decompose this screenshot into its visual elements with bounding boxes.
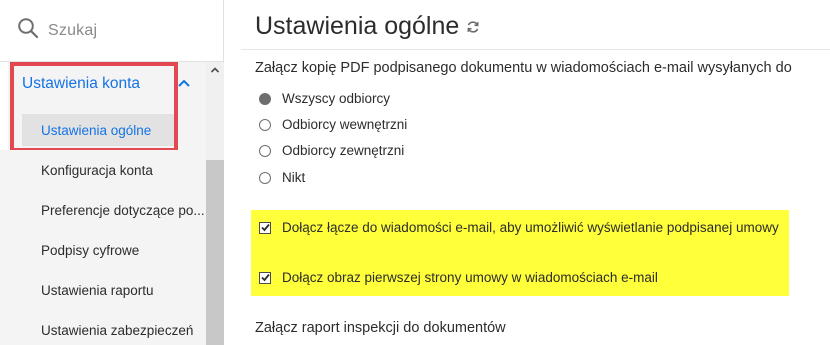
sidebar-item-security-settings[interactable]: Ustawienia zabezpieczeń [0, 310, 206, 345]
red-highlight-annotation [10, 62, 178, 152]
radio-label: Nikt [282, 170, 306, 185]
refresh-icon[interactable] [465, 19, 481, 35]
radio-label: Odbiorcy zewnętrzni [282, 143, 405, 158]
checkbox-include-link[interactable]: Dołącz łącze do wiadomości e-mail, aby u… [259, 220, 779, 235]
search-input[interactable]: Szukaj [48, 22, 97, 40]
sidebar-item-label: Podpisy cyfrowe [41, 242, 140, 258]
radio-unselected[interactable] [259, 171, 271, 184]
page-header: Ustawienia ogólne [255, 12, 481, 41]
checkbox-label: Dołącz łącze do wiadomości e-mail, aby u… [282, 220, 779, 235]
radio-label: Wszyscy odbiorcy [282, 91, 391, 106]
checkbox-checked[interactable] [259, 221, 271, 234]
scrollbar-thumb[interactable] [206, 160, 224, 345]
search-box[interactable]: Szukaj [0, 0, 224, 62]
radio-unselected[interactable] [259, 118, 271, 131]
sidebar: Szukaj Ustawienia konta Ustawienia ogóln… [0, 0, 224, 345]
radio-label: Odbiorcy wewnętrzni [282, 117, 408, 132]
sidebar-item-label: Konfiguracja konta [41, 162, 153, 178]
checkbox-label: Dołącz obraz pierwszej strony umowy w wi… [282, 270, 658, 285]
sidebar-item-preferences[interactable]: Preferencje dotyczące po... [0, 190, 206, 230]
main-content: Ustawienia ogólne Załącz kopię PDF podpi… [225, 0, 830, 345]
section-title-pdf-copy: Załącz kopię PDF podpisanego dokumentu w… [255, 60, 792, 76]
sidebar-item-digital-signatures[interactable]: Podpisy cyfrowe [0, 230, 206, 270]
title-divider [241, 49, 830, 50]
radio-option-external-recipients[interactable]: Odbiorcy zewnętrzni [259, 143, 404, 158]
sidebar-item-report-settings[interactable]: Ustawienia raportu [0, 270, 206, 310]
sidebar-item-label: Ustawienia raportu [41, 282, 154, 298]
scroll-up-arrow-icon[interactable] [206, 62, 224, 78]
radio-option-nobody[interactable]: Nikt [259, 170, 305, 185]
radio-option-internal-recipients[interactable]: Odbiorcy wewnętrzni [259, 117, 407, 132]
checkbox-include-first-page-image[interactable]: Dołącz obraz pierwszej strony umowy w wi… [259, 270, 658, 285]
search-icon [17, 17, 39, 44]
chevron-up-icon[interactable] [176, 76, 192, 90]
sidebar-item-label: Ustawienia zabezpieczeń [41, 322, 194, 338]
radio-unselected[interactable] [259, 144, 271, 157]
page-title: Ustawienia ogólne [255, 12, 460, 40]
sidebar-item-label: Preferencje dotyczące po... [41, 202, 205, 218]
radio-selected[interactable] [259, 92, 271, 105]
section-title-audit-report: Załącz raport inspekcji do dokumentów [255, 320, 506, 336]
radio-option-all-recipients[interactable]: Wszyscy odbiorcy [259, 91, 390, 106]
checkbox-checked[interactable] [259, 271, 271, 284]
sidebar-item-account-configuration[interactable]: Konfiguracja konta [0, 150, 206, 190]
